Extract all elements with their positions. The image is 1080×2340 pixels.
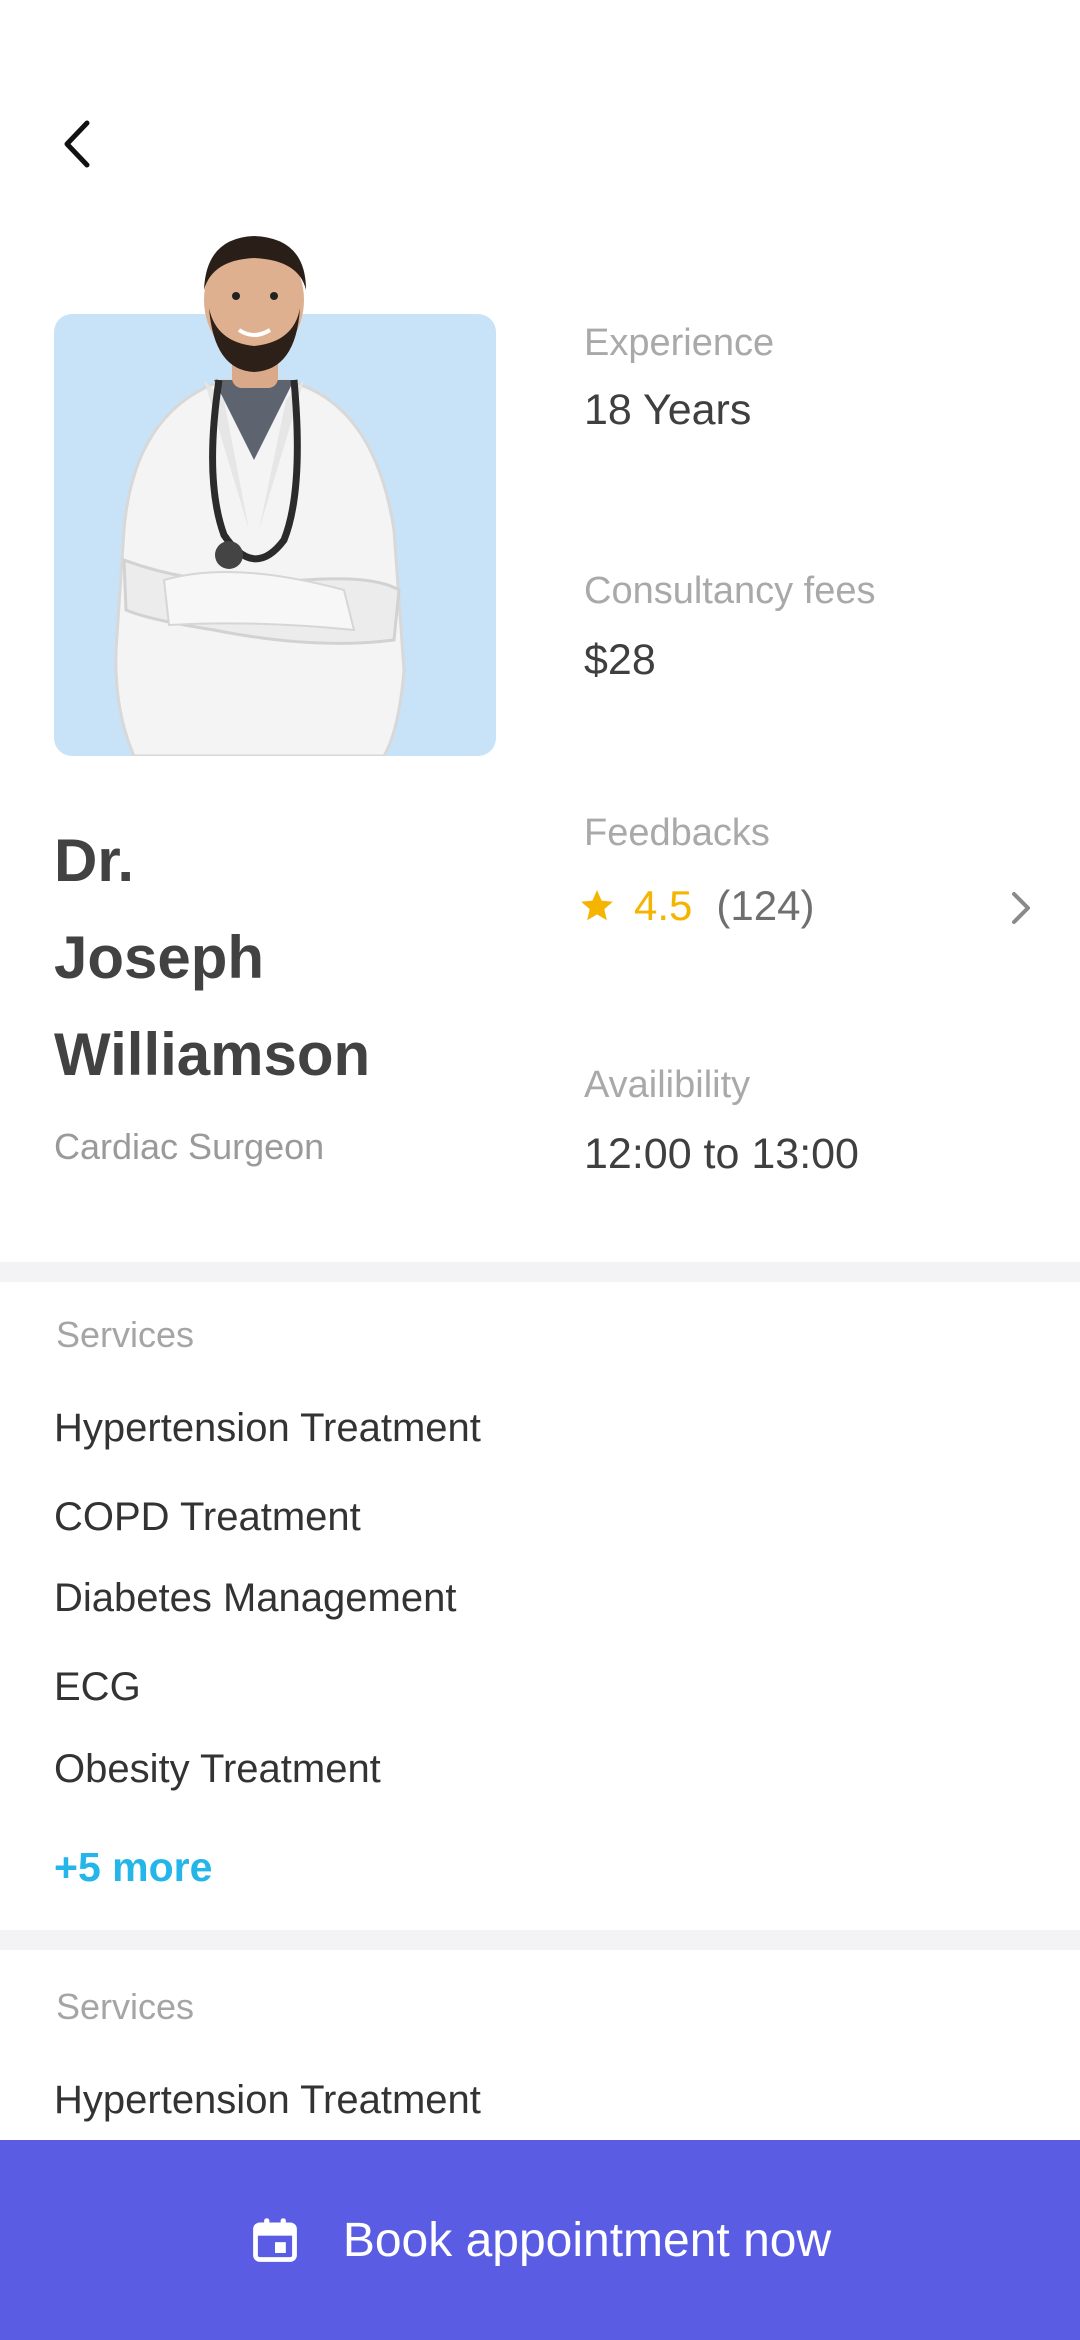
- service-item: ECG: [54, 1665, 141, 1709]
- availability-value: 12:00 to 13:00: [584, 1130, 859, 1178]
- review-count: (124): [716, 882, 815, 929]
- fees-value: $28: [584, 636, 656, 684]
- doctor-name-line-2: Joseph: [54, 924, 265, 991]
- doctor-name-line-3: Williamson: [54, 1021, 371, 1088]
- doctor-portrait-image: [114, 236, 406, 756]
- service-item: Hypertension Treatment: [54, 2078, 481, 2122]
- doctor-name-line-1: Dr.: [54, 827, 135, 894]
- feedback-row[interactable]: 4.5 (124): [578, 872, 1038, 940]
- service-item: Hypertension Treatment: [54, 1406, 481, 1450]
- star-icon: [578, 887, 616, 925]
- back-button[interactable]: [48, 112, 104, 176]
- experience-value: 18 Years: [584, 386, 752, 434]
- services-title: Services: [56, 1314, 195, 1355]
- service-item: Obesity Treatment: [54, 1747, 381, 1791]
- book-appointment-label: Book appointment now: [342, 2213, 832, 2267]
- doctor-photo: [54, 230, 496, 756]
- doctor-profile-screen: Dr. Joseph Williamson Cardiac Surgeon Ex…: [0, 0, 1080, 2340]
- section-divider: [0, 1262, 1080, 1282]
- fees-label: Consultancy fees: [584, 570, 876, 612]
- experience-label: Experience: [584, 322, 775, 364]
- service-item: COPD Treatment: [54, 1495, 361, 1539]
- rating-value: 4.5: [634, 882, 693, 929]
- service-item: Diabetes Management: [54, 1576, 457, 1620]
- doctor-specialty: Cardiac Surgeon: [54, 1126, 325, 1167]
- more-services-link[interactable]: +5 more: [54, 1844, 212, 1891]
- book-appointment-button[interactable]: Book appointment now: [0, 2140, 1080, 2340]
- services-title-2: Services: [56, 1986, 195, 2027]
- section-divider: [0, 1930, 1080, 1950]
- feedback-label: Feedbacks: [584, 812, 770, 854]
- chevron-left-icon: [64, 120, 90, 168]
- calendar-icon: [249, 2214, 301, 2266]
- chevron-right-icon: [1012, 892, 1030, 924]
- doctor-name: Dr. Joseph Williamson: [54, 812, 514, 1103]
- availability-label: Availibility: [584, 1064, 751, 1106]
